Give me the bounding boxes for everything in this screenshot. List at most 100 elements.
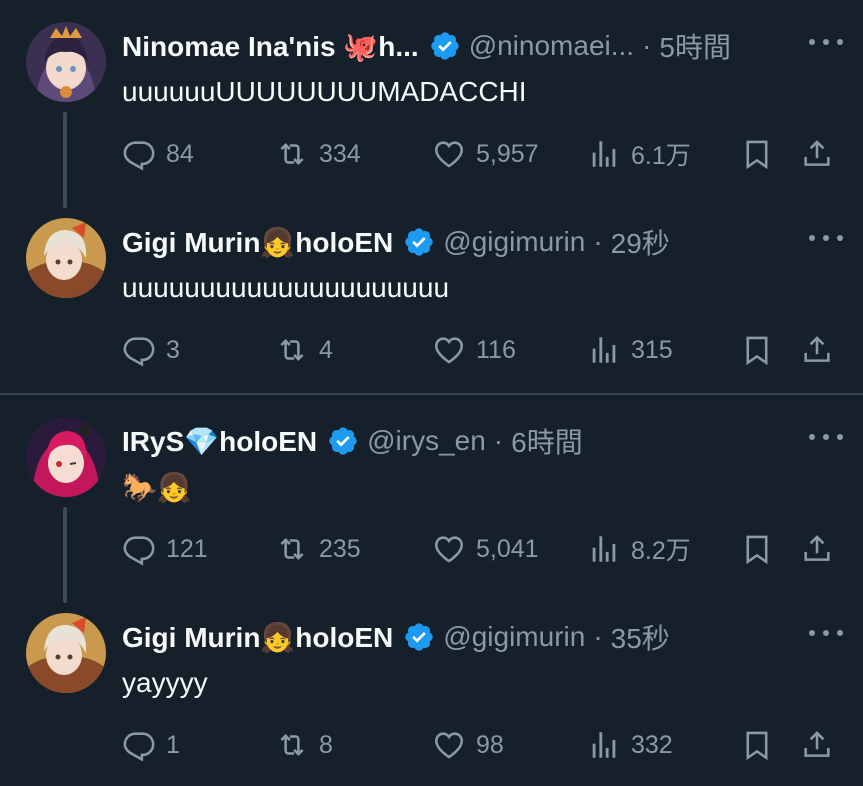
views-button[interactable]: 315	[587, 330, 673, 370]
reply-button[interactable]: 3	[122, 330, 180, 370]
tweet-actions: 84 334 5,957 6.1万	[0, 134, 863, 174]
heart-icon	[434, 337, 464, 364]
avatar[interactable]	[26, 218, 106, 298]
display-name[interactable]: Ninomae Ina'nis 🐙h...	[122, 30, 419, 63]
more-options-icon[interactable]	[809, 621, 843, 645]
tweet[interactable]: Ninomae Ina'nis 🐙h... @ninomaei... · 5時間…	[0, 0, 863, 208]
retweet-icon	[280, 733, 304, 757]
share-button[interactable]	[800, 134, 834, 174]
bookmark-button[interactable]	[740, 529, 774, 569]
user-handle[interactable]: @irys_en	[367, 425, 486, 457]
reply-count: 84	[166, 139, 194, 168]
views-button[interactable]: 6.1万	[587, 134, 691, 174]
tweet-text: uuuuuuUUUUUUUUMADACCHI	[122, 76, 527, 107]
bookmark-icon	[746, 731, 768, 761]
tweet-header: Ninomae Ina'nis 🐙h... @ninomaei... · 5時間	[122, 26, 843, 66]
tweet[interactable]: Gigi Murin👧holoEN @gigimurin · 29秒 uuuuu…	[0, 196, 863, 392]
user-handle[interactable]: @gigimurin	[443, 226, 585, 258]
share-button[interactable]	[800, 330, 834, 370]
tweet-actions: 1 8 98 332	[0, 725, 863, 765]
views-icon	[592, 337, 616, 363]
share-icon	[804, 140, 830, 166]
like-button[interactable]: 116	[432, 330, 516, 370]
tweet-header: Gigi Murin👧holoEN @gigimurin · 35秒	[122, 617, 843, 657]
views-button[interactable]: 8.2万	[587, 529, 691, 569]
bookmark-button[interactable]	[740, 134, 774, 174]
like-button[interactable]: 98	[432, 725, 504, 765]
retweet-icon	[280, 338, 304, 362]
retweet-icon	[280, 537, 304, 561]
views-button[interactable]: 332	[587, 725, 673, 765]
timestamp[interactable]: 35秒	[611, 617, 670, 657]
reply-icon	[123, 141, 155, 171]
reply-icon	[123, 536, 155, 566]
view-count: 332	[631, 730, 673, 759]
avatar[interactable]	[26, 613, 106, 693]
share-button[interactable]	[800, 529, 834, 569]
display-name[interactable]: Gigi Murin👧holoEN	[122, 226, 393, 259]
tweet-actions: 121 235 5,041 8.2万	[0, 529, 863, 569]
tweet[interactable]: IRyS💎holoEN @irys_en · 6時間 🐎👧 121 235 5,…	[0, 395, 863, 603]
tweet-text: 🐎👧	[122, 471, 192, 504]
like-count: 116	[476, 335, 516, 364]
avatar[interactable]	[26, 22, 106, 102]
display-name[interactable]: Gigi Murin👧holoEN	[122, 621, 393, 654]
retweet-button[interactable]: 334	[275, 134, 361, 174]
reply-count: 3	[166, 335, 180, 364]
bookmark-button[interactable]	[740, 725, 774, 765]
more-options-icon[interactable]	[809, 226, 843, 250]
view-count: 6.1万	[631, 142, 691, 170]
user-handle[interactable]: @ninomaei...	[469, 30, 634, 62]
retweet-button[interactable]: 8	[275, 725, 333, 765]
views-icon	[592, 536, 616, 562]
like-button[interactable]: 5,957	[432, 134, 539, 174]
view-count: 315	[631, 335, 673, 364]
reply-count: 1	[166, 730, 180, 759]
share-icon	[804, 336, 830, 362]
avatar[interactable]	[26, 417, 106, 497]
tweet-actions: 3 4 116 315	[0, 330, 863, 370]
verified-badge-icon	[405, 228, 433, 256]
tweet-text: uuuuuuuuuuuuuuuuuuuuu	[122, 272, 450, 303]
share-icon	[804, 535, 830, 561]
retweet-count: 334	[319, 139, 361, 168]
tweet[interactable]: Gigi Murin👧holoEN @gigimurin · 35秒 yayyy…	[0, 591, 863, 786]
separator: ·	[493, 425, 504, 456]
retweet-icon	[280, 142, 304, 166]
tweet-header: Gigi Murin👧holoEN @gigimurin · 29秒	[122, 222, 843, 262]
reply-button[interactable]: 84	[122, 134, 194, 174]
retweet-button[interactable]: 235	[275, 529, 361, 569]
like-count: 5,041	[476, 534, 539, 563]
reply-button[interactable]: 1	[122, 725, 180, 765]
heart-icon	[434, 536, 464, 563]
heart-icon	[434, 141, 464, 168]
reply-count: 121	[166, 534, 208, 563]
timestamp[interactable]: 5時間	[659, 26, 731, 66]
retweet-button[interactable]: 4	[275, 330, 333, 370]
like-button[interactable]: 5,041	[432, 529, 539, 569]
separator: ·	[642, 30, 652, 61]
retweet-count: 235	[319, 534, 361, 563]
reply-icon	[123, 337, 155, 367]
share-button[interactable]	[800, 725, 834, 765]
bookmark-icon	[746, 535, 768, 565]
heart-icon	[434, 732, 464, 759]
separator: ·	[593, 621, 603, 652]
share-icon	[804, 731, 830, 757]
view-count: 8.2万	[631, 537, 691, 565]
more-options-icon[interactable]	[809, 425, 843, 449]
bookmark-button[interactable]	[740, 330, 774, 370]
more-options-icon[interactable]	[809, 30, 843, 54]
user-handle[interactable]: @gigimurin	[443, 621, 585, 653]
timestamp[interactable]: 29秒	[611, 222, 670, 262]
bookmark-icon	[746, 140, 768, 170]
tweet-text: yayyyy	[122, 667, 208, 698]
bookmark-icon	[746, 336, 768, 366]
verified-badge-icon	[431, 32, 459, 60]
like-count: 5,957	[476, 139, 539, 168]
reply-button[interactable]: 121	[122, 529, 208, 569]
verified-badge-icon	[405, 623, 433, 651]
retweet-count: 4	[319, 335, 333, 364]
display-name[interactable]: IRyS💎holoEN	[122, 425, 317, 458]
timestamp[interactable]: 6時間	[511, 421, 583, 461]
